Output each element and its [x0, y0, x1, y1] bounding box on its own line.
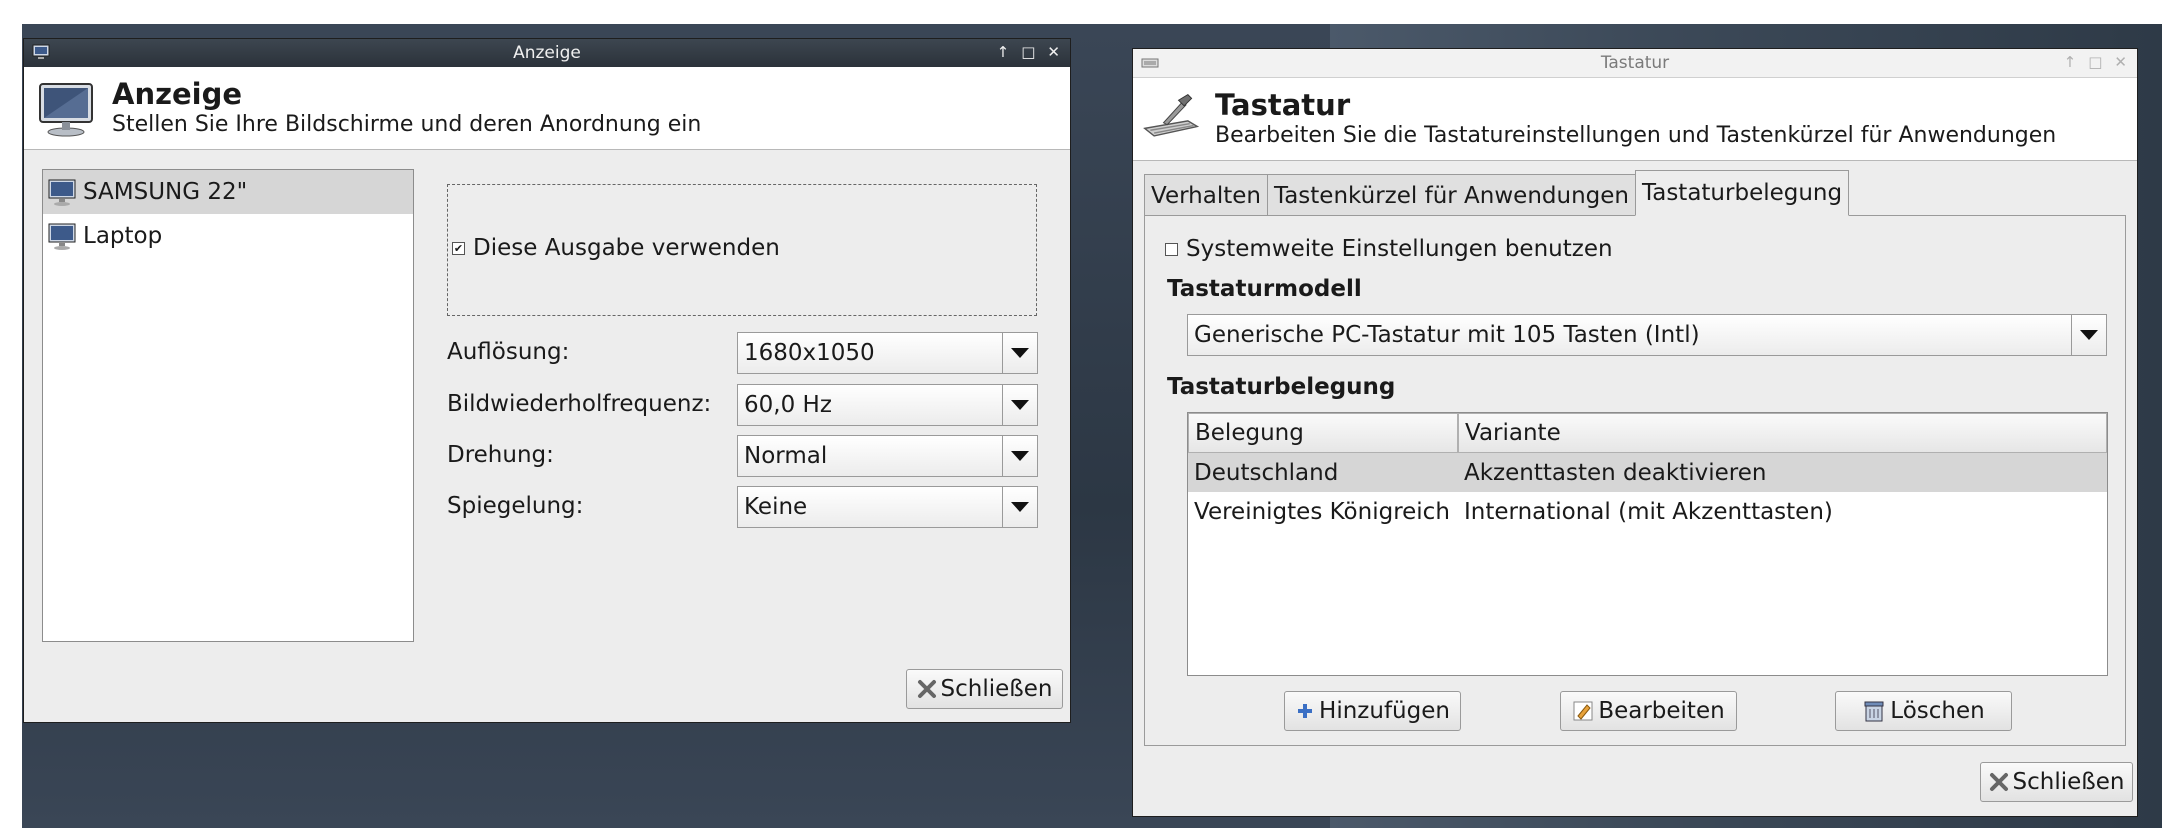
rotation-label: Drehung: [447, 442, 554, 468]
edit-button[interactable]: Bearbeiten [1560, 691, 1737, 731]
layout-table[interactable]: Belegung Variante Deutschland Akzenttast… [1187, 412, 2108, 676]
refresh-value: 60,0 Hz [744, 392, 832, 418]
column-header-layout[interactable]: Belegung [1188, 413, 1458, 453]
use-output-checkbox-row[interactable]: ✔ Diese Ausgabe verwenden [452, 235, 780, 261]
close-button[interactable]: Schließen [906, 669, 1063, 709]
keyboard-model-select[interactable]: Generische PC-Tastatur mit 105 Tasten (I… [1187, 314, 2107, 356]
rotation-select[interactable]: Normal [737, 435, 1038, 477]
mirror-value: Keine [744, 494, 808, 520]
keyboard-icon [1141, 58, 1159, 68]
page-title: Tastatur [1215, 88, 1351, 122]
list-item-samsung[interactable]: SAMSUNG 22" [43, 170, 413, 214]
system-settings-label: Systemweite Einstellungen benutzen [1186, 236, 1613, 262]
system-settings-checkbox[interactable] [1165, 242, 1178, 256]
chevron-down-icon[interactable] [2071, 315, 2106, 355]
pencil-icon [1572, 700, 1594, 722]
keyboard-icon [1143, 94, 1200, 137]
close-window-button[interactable]: ✕ [2114, 53, 2127, 71]
maximize-button[interactable]: □ [1021, 43, 1035, 61]
output-enable-frame: ✔ Diese Ausgabe verwenden [447, 184, 1037, 316]
window-title: Anzeige [513, 43, 581, 63]
layout-cell: Deutschland [1194, 459, 1339, 486]
list-item-laptop[interactable]: Laptop [43, 214, 413, 258]
variant-cell: International (mit Akzenttasten) [1464, 498, 1833, 525]
tab-bar: Verhalten Tastenkürzel für Anwendungen T… [1144, 170, 1850, 216]
page-subtitle: Stellen Sie Ihre Bildschirme und deren A… [112, 112, 702, 137]
table-row[interactable]: Deutschland Akzenttasten deaktivieren [1188, 453, 2107, 492]
add-label: Hinzufügen [1319, 698, 1450, 724]
resolution-label: Auflösung: [447, 339, 570, 365]
chevron-down-icon[interactable] [1002, 487, 1037, 527]
refresh-select[interactable]: 60,0 Hz [737, 384, 1038, 426]
trash-icon [1862, 699, 1886, 723]
window-title: Tastatur [1600, 53, 1670, 73]
close-window-button[interactable]: ✕ [1047, 43, 1060, 61]
keyboard-model-heading: Tastaturmodell [1167, 276, 1362, 302]
plus-icon [1295, 701, 1315, 721]
resolution-select[interactable]: 1680x1050 [737, 332, 1038, 374]
output-name: SAMSUNG 22" [83, 179, 248, 205]
keyboard-layout-heading: Tastaturbelegung [1167, 374, 1396, 400]
system-settings-row[interactable]: Systemweite Einstellungen benutzen [1165, 236, 1613, 262]
chevron-down-icon[interactable] [1002, 333, 1037, 373]
edit-label: Bearbeiten [1598, 698, 1725, 724]
close-icon [917, 679, 937, 699]
delete-label: Löschen [1890, 698, 1985, 724]
keep-above-button[interactable]: ↑ [2064, 53, 2077, 71]
display-icon [39, 83, 93, 137]
output-name: Laptop [83, 223, 163, 249]
table-row[interactable]: Vereinigtes Königreich International (mi… [1188, 492, 2107, 531]
chevron-down-icon[interactable] [1002, 436, 1037, 476]
monitor-icon [32, 44, 50, 59]
keyboard-settings-window: Tastatur ↑ □ ✕ Tastatur Bearbeiten Sie d… [1132, 48, 2138, 817]
tab-panel-layout: Systemweite Einstellungen benutzen Tasta… [1144, 215, 2126, 746]
mirror-label: Spiegelung: [447, 493, 584, 519]
monitor-icon [48, 223, 76, 250]
close-icon [1989, 772, 2009, 792]
display-settings-window: Anzeige ↑ □ ✕ Anzeige Stellen Sie Ihre B… [23, 38, 1071, 723]
use-output-label: Diese Ausgabe verwenden [473, 235, 780, 261]
page-title: Anzeige [112, 77, 243, 111]
layout-cell: Vereinigtes Königreich [1194, 498, 1450, 525]
use-output-checkbox[interactable]: ✔ [452, 241, 465, 255]
resolution-value: 1680x1050 [744, 340, 875, 366]
titlebar[interactable]: Tastatur ↑ □ ✕ [1133, 49, 2137, 78]
refresh-label: Bildwiederholfrequenz: [447, 391, 712, 417]
page-subtitle: Bearbeiten Sie die Tastatureinstellungen… [1215, 123, 2057, 148]
keep-above-button[interactable]: ↑ [997, 43, 1010, 61]
close-label: Schließen [2012, 769, 2125, 795]
tab-shortcuts[interactable]: Tastenkürzel für Anwendungen [1266, 174, 1636, 216]
close-label: Schließen [940, 676, 1053, 702]
variant-cell: Akzenttasten deaktivieren [1464, 459, 1767, 486]
close-button[interactable]: Schließen [1980, 762, 2133, 802]
tab-layout[interactable]: Tastaturbelegung [1634, 170, 1850, 216]
mirror-select[interactable]: Keine [737, 486, 1038, 528]
add-button[interactable]: Hinzufügen [1284, 691, 1461, 731]
chevron-down-icon[interactable] [1002, 385, 1037, 425]
maximize-button[interactable]: □ [2088, 53, 2102, 71]
rotation-value: Normal [744, 443, 828, 469]
titlebar[interactable]: Anzeige ↑ □ ✕ [24, 39, 1070, 67]
dialog-header: Tastatur Bearbeiten Sie die Tastatureins… [1133, 78, 2137, 161]
dialog-header: Anzeige Stellen Sie Ihre Bildschirme und… [24, 67, 1070, 150]
delete-button[interactable]: Löschen [1835, 691, 2012, 731]
monitor-icon [48, 179, 76, 206]
output-list[interactable]: SAMSUNG 22" Laptop [42, 169, 414, 642]
column-header-variant[interactable]: Variante [1458, 413, 2107, 453]
keyboard-model-value: Generische PC-Tastatur mit 105 Tasten (I… [1194, 322, 1700, 348]
tab-behavior[interactable]: Verhalten [1144, 174, 1268, 216]
